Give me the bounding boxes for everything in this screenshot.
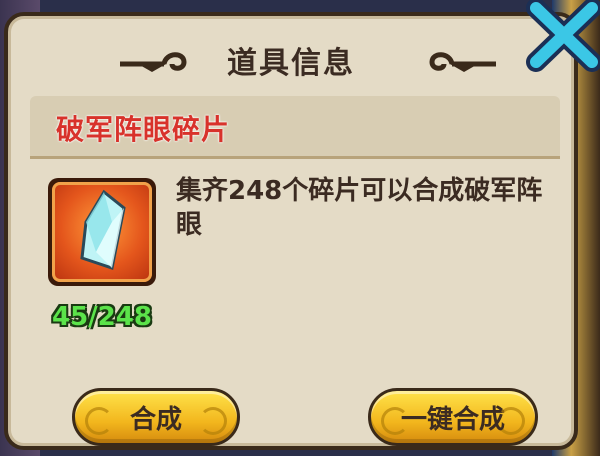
button-swirl-icon [381, 407, 409, 435]
button-swirl-icon [497, 407, 525, 435]
crystal-shard-icon [80, 189, 126, 270]
item-description: 集齐248个碎片可以合成破军阵眼 [176, 176, 543, 240]
button-swirl-icon [199, 407, 227, 435]
compose-button[interactable]: 合成 [72, 388, 240, 446]
one-key-compose-button[interactable]: 一键合成 [368, 388, 538, 446]
item-icon-background [52, 182, 152, 282]
item-name-bar: 破军阵眼碎片 [30, 96, 560, 159]
button-swirl-icon [85, 407, 113, 435]
compose-button-label: 合成 [129, 404, 182, 435]
item-name: 破军阵眼碎片 [56, 113, 231, 146]
item-info-dialog: 道具信息 破军阵眼碎片 45/248 集齐248个碎片可以合成破军阵眼 合成 一… [4, 12, 578, 450]
swirl-ornament-icon [429, 52, 496, 72]
item-icon-frame [48, 178, 156, 286]
one-key-compose-button-label: 一键合成 [400, 404, 505, 435]
item-count: 45/248 [52, 302, 152, 332]
close-x-icon[interactable] [506, 0, 600, 80]
